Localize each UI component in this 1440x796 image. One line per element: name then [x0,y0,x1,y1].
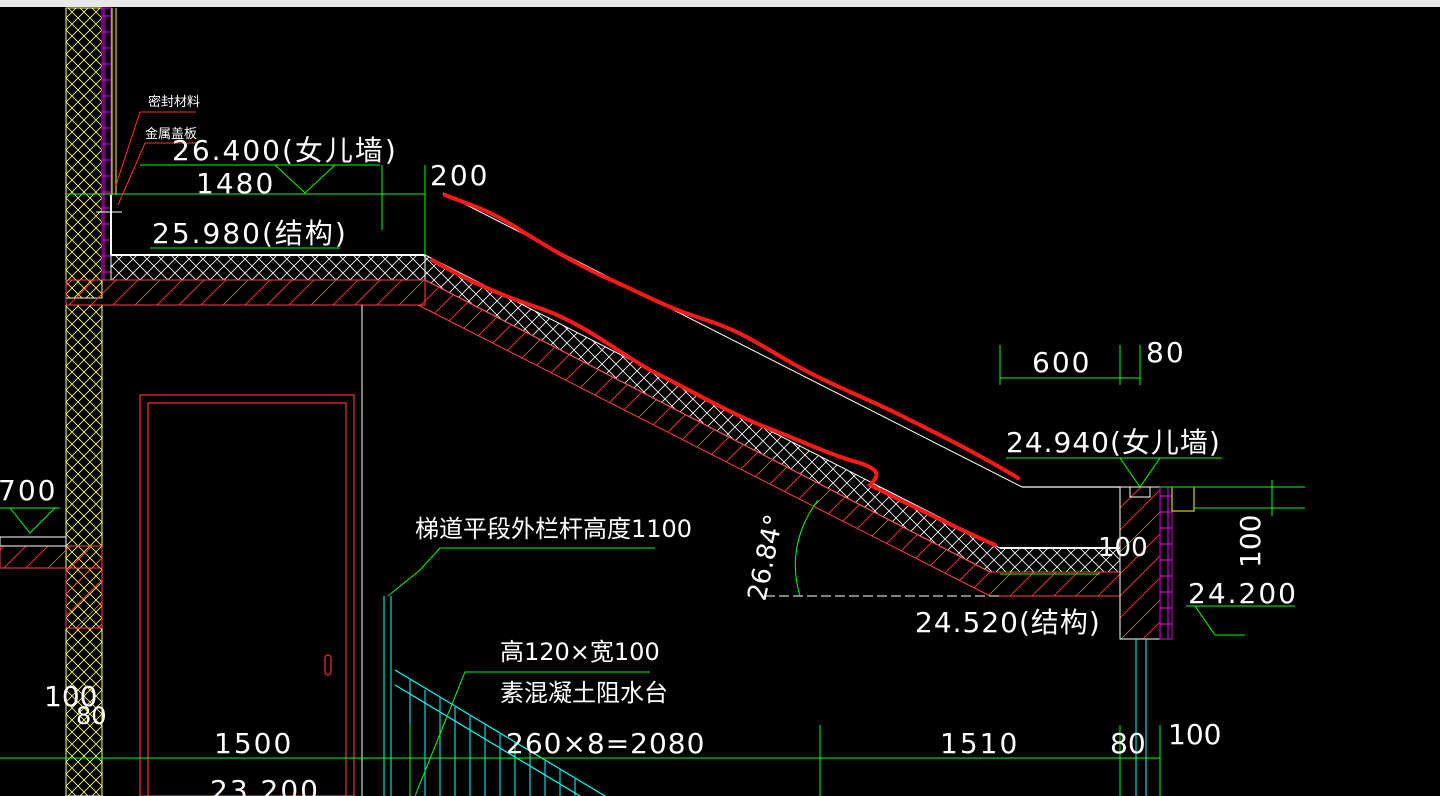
elevation-structure-low: 24.520(结构) [915,606,1101,639]
cad-drawing-canvas[interactable]: 密封材料 金属盖板 26.400(女儿墙) 1480 200 25.980(结构… [0,0,1440,796]
dimension-1480: 1480 [196,167,275,200]
dimension-200: 200 [430,159,489,192]
elevation-structure-top: 25.980(结构) [152,217,348,250]
lower-left-slab [0,536,103,629]
elevation-parapet-top: 26.400(女儿墙) [172,134,398,167]
dimension-600: 600 [1032,346,1091,379]
dimension-1500: 1500 [214,727,293,760]
elevation-24200: 24.200 [1188,577,1298,610]
left-wall [65,7,117,796]
dimension-1510: 1510 [940,727,1019,760]
slope-angle: 26.84° [743,512,791,604]
elevation-bottom: 23.200 [210,774,320,796]
railing-height-note: 梯道平段外栏杆高度1100 [415,515,692,543]
curb-material-note: 素混凝土阻水台 [500,679,668,707]
dimension-80-top: 80 [1146,336,1186,369]
label-seal-material: 密封材料 [148,94,200,110]
dimension-80-bottom: 80 [1110,727,1146,760]
dimension-stairs: 260×8=2080 [506,727,705,760]
dimension-100-bottom: 100 [1168,718,1221,751]
dimension-80-left: 80 [76,702,107,730]
curb-size-note: 高120×宽100 [500,638,660,666]
dimension-100-b: 100 [1234,515,1267,568]
dimension-100-a: 100 [1098,533,1148,563]
dimension-700: 700 [0,474,57,507]
drawing-labels: 密封材料 金属盖板 26.400(女儿墙) 1480 200 25.980(结构… [0,94,1298,796]
door [139,305,363,796]
elevation-parapet-low: 24.940(女儿墙) [1006,426,1221,459]
red-markup-strokes [430,193,1020,547]
